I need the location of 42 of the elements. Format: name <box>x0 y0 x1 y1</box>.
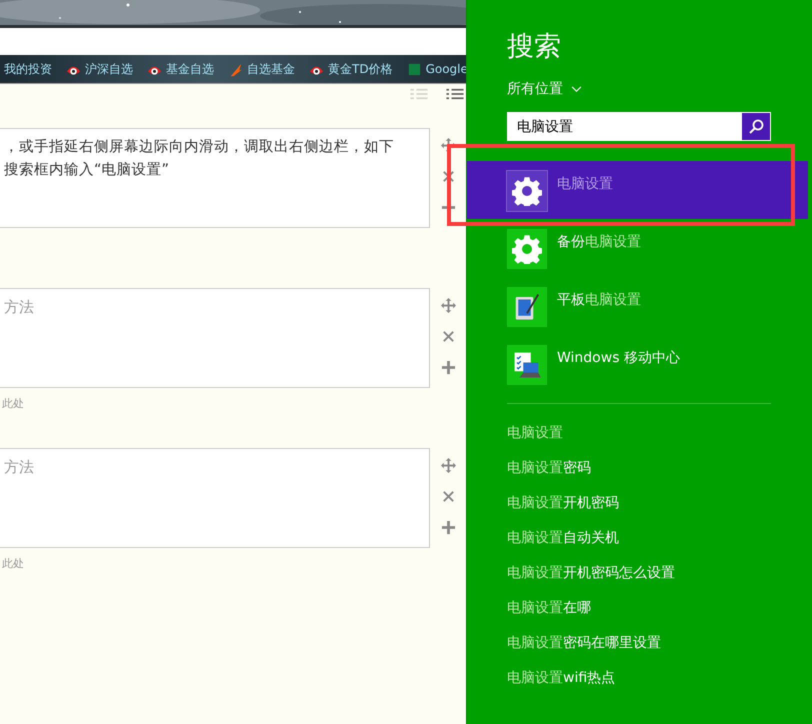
move-icon[interactable] <box>440 298 456 313</box>
app-result[interactable]: 备份电脑设置 <box>467 219 808 277</box>
gear-icon <box>512 176 542 206</box>
step-input[interactable]: 方法 <box>0 288 430 388</box>
move-icon[interactable] <box>440 458 456 473</box>
suggestion-item[interactable]: 电脑设置 <box>507 424 563 442</box>
list-icon[interactable] <box>446 88 464 100</box>
app-result[interactable]: 电脑设置 <box>467 161 808 219</box>
suggestion-item[interactable]: 电脑设置开机密码 <box>507 494 619 512</box>
flame-icon <box>228 62 243 76</box>
plus-icon[interactable] <box>440 360 456 375</box>
plus-icon[interactable] <box>440 520 456 535</box>
bookmark-link[interactable]: 沪深自选 <box>66 60 133 78</box>
bookmark-link[interactable]: 我的投资 <box>4 60 52 78</box>
close-icon[interactable] <box>440 489 456 504</box>
pane-title: 搜索 <box>507 30 562 64</box>
search-button[interactable] <box>742 113 770 140</box>
laptop-icon <box>512 350 542 380</box>
bookmark-link[interactable]: 基金自选 <box>147 60 214 78</box>
hint-text: 此处 <box>1 396 24 410</box>
scope-dropdown[interactable]: 所有位置 <box>507 80 582 98</box>
bookmark-link[interactable]: Google <box>406 62 468 76</box>
suggestion-item[interactable]: 电脑设置密码 <box>507 459 591 477</box>
app-result[interactable]: Windows 移动中心 <box>467 335 808 393</box>
close-icon[interactable] <box>440 169 456 184</box>
gear-icon <box>512 234 542 264</box>
bookmark-link[interactable]: 自选基金 <box>228 60 295 78</box>
bookmark-link[interactable]: 黄金TD价格 <box>309 60 393 78</box>
suggestion-item[interactable]: 电脑设置在哪 <box>507 599 591 617</box>
search-icon <box>748 118 764 134</box>
step-input[interactable]: ，或手指延右侧屏幕边际向内滑动，调取出右侧边栏，如下 搜索框内输入“电脑设置” <box>0 128 430 228</box>
suggestion-item[interactable]: 电脑设置密码在哪里设置 <box>507 634 661 652</box>
hint-text: 此处 <box>1 556 24 570</box>
close-icon[interactable] <box>440 329 456 344</box>
app-result[interactable]: 平板电脑设置 <box>467 277 808 335</box>
square-icon <box>406 62 422 76</box>
step-input[interactable]: 方法 <box>0 448 430 548</box>
chevron-icon <box>571 86 582 92</box>
suggestion-item[interactable]: 电脑设置wifi热点 <box>507 669 616 687</box>
suggestion-item[interactable]: 电脑设置开机密码怎么设置 <box>507 564 675 582</box>
suggestion-item[interactable]: 电脑设置自动关机 <box>507 529 619 547</box>
search-field[interactable]: 电脑设置 <box>507 112 771 141</box>
